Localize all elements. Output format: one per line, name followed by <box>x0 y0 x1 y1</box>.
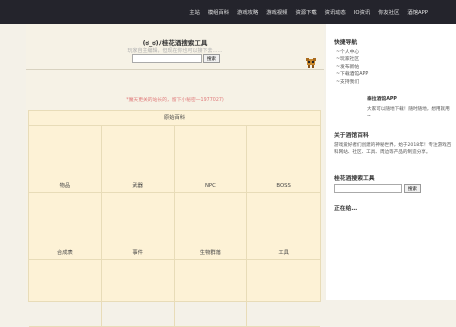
category-empty[interactable] <box>101 260 175 327</box>
category-empty[interactable] <box>247 260 320 327</box>
main-search-input[interactable] <box>132 54 202 63</box>
nav-item-app[interactable]: 酒馆APP <box>407 8 428 16</box>
main-search-button[interactable]: 搜索 <box>203 54 220 63</box>
sidebar-search: 搜索 <box>334 184 421 193</box>
sidebar-about-description: 游戏爱好者们创建的神秘世界，始于2018年！专注游戏百科网站、社区、工具、周边等… <box>334 143 452 156</box>
nav-item-main-site[interactable]: 主站 <box>189 8 200 16</box>
category-label: 生物群落 <box>199 250 221 256</box>
sidebar-nav-links: ~个人中心 ~玩家社区 ~发布新帖 ~下载酒馆APP ~支持我们 <box>336 49 368 86</box>
sidebar-about-title: 关于酒馆百科 <box>334 133 369 139</box>
category-label: BOSS <box>276 183 291 189</box>
sidebar: 快捷导航 ~个人中心 ~玩家社区 ~发布新帖 ~下载酒馆APP ~支持我们 泰拉… <box>326 24 456 300</box>
main-content: (ಠ_ಠ)ﾉ桂花酒搜索工具 玩家自主编辑，但现在你也可以接下去…… 搜索 *魔天… <box>26 24 324 327</box>
nav-item-news[interactable]: 资讯动态 <box>325 8 346 16</box>
category-label: 工具 <box>278 250 289 256</box>
main-search: 搜索 <box>132 54 220 63</box>
nav-item-game-videos[interactable]: 游戏视频 <box>266 8 287 16</box>
sidebar-link-support[interactable]: ~支持我们 <box>336 79 368 86</box>
top-navigation-bar: 主站 模组百科 游戏攻略 游戏视频 资源下载 资讯动态 IO资讯 你友社区 酒馆… <box>0 0 456 24</box>
top-nav-menu: 主站 模组百科 游戏攻略 游戏视频 资源下载 资讯动态 IO资讯 你友社区 酒馆… <box>189 0 428 24</box>
nav-item-downloads[interactable]: 资源下载 <box>295 8 316 16</box>
nav-item-mod-wiki[interactable]: 模组百科 <box>208 8 229 16</box>
sidebar-link-download-app[interactable]: ~下载酒馆APP <box>336 71 368 78</box>
category-label: 物品 <box>59 183 71 189</box>
category-boss[interactable]: BOSS <box>247 126 320 193</box>
sidebar-loading-text: 正在给… <box>334 206 358 212</box>
sidebar-link-profile[interactable]: ~个人中心 <box>336 49 368 56</box>
category-label: 合成表 <box>56 250 73 256</box>
category-tools[interactable]: 工具 <box>247 193 320 260</box>
category-npc[interactable]: NPC <box>174 126 248 193</box>
category-empty[interactable] <box>174 260 248 327</box>
nav-item-game-guides[interactable]: 游戏攻略 <box>237 8 258 16</box>
nav-item-community[interactable]: 你友社区 <box>378 8 399 16</box>
sidebar-search-title: 桂花酒搜索工具 <box>334 176 375 182</box>
category-grid: 物品 武器 NPC BOSS 合成表 事件 生物群落 工具 <box>29 126 320 327</box>
sidebar-nav-title: 快捷导航 <box>334 40 358 46</box>
category-empty[interactable] <box>29 260 102 327</box>
category-weapons[interactable]: 武器 <box>101 126 175 193</box>
pet-icon <box>306 58 316 68</box>
sidebar-search-button[interactable]: 搜索 <box>404 184 421 193</box>
sidebar-app-title: 泰拉酒馆APP <box>367 97 397 102</box>
page-subtitle: 玩家自主编辑，但现在你也可以接下去…… <box>127 48 223 54</box>
category-label: 武器 <box>132 183 143 189</box>
category-biomes[interactable]: 生物群落 <box>174 193 248 260</box>
sidebar-link-community[interactable]: ~玩家社区 <box>336 56 368 63</box>
notice-text: *魔天更关的站长的，留下小秘密一1977027) <box>126 98 224 103</box>
category-label: 事件 <box>132 250 143 256</box>
category-items[interactable]: 物品 <box>29 126 102 193</box>
sidebar-link-new-post[interactable]: ~发布新帖 <box>336 64 368 71</box>
sidebar-search-input[interactable] <box>334 184 402 193</box>
category-crafting[interactable]: 合成表 <box>29 193 102 260</box>
divider <box>26 69 324 70</box>
category-label: NPC <box>204 183 216 189</box>
category-events[interactable]: 事件 <box>101 193 175 260</box>
category-box-title: 原始百科 <box>29 111 320 126</box>
sidebar-app-description: 大家可以随地下载！随时随地，想用就用~ <box>367 107 450 119</box>
nav-item-io-news[interactable]: IO资讯 <box>354 8 370 16</box>
category-box: 原始百科 物品 武器 NPC BOSS 合成表 事件 生物群落 工具 <box>28 110 321 327</box>
